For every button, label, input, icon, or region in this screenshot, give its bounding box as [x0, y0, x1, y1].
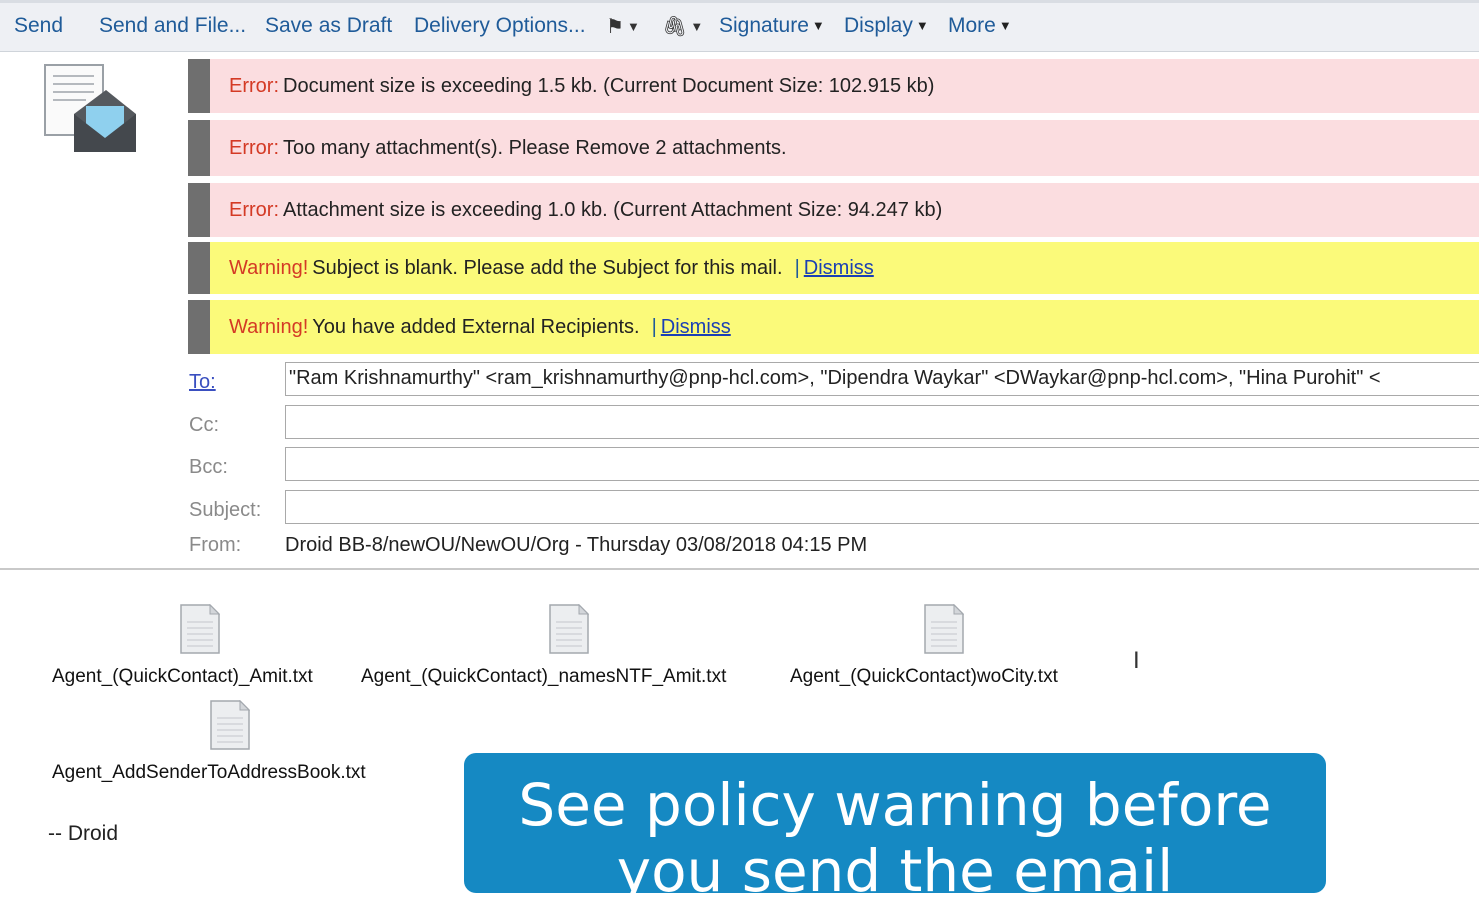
chevron-down-icon: ▼ — [690, 19, 704, 34]
warning-text: You have added External Recipients. — [312, 315, 640, 338]
warning-text: Subject is blank. Please add the Subject… — [312, 256, 783, 279]
attach-menu-button[interactable]: 🖇 ▼ — [662, 14, 703, 39]
to-label-link[interactable]: To: — [189, 371, 216, 394]
attachment-name[interactable]: Agent_AddSenderToAddressBook.txt — [52, 762, 366, 784]
cc-label: Cc: — [189, 414, 219, 436]
attachment-name[interactable]: Agent_(QuickContact)_namesNTF_Amit.txt — [361, 666, 726, 688]
caption-overlay: See policy warning before you send the e… — [464, 753, 1326, 901]
subject-label: Subject: — [189, 499, 262, 521]
signature-text: -- Droid — [48, 822, 119, 845]
send-and-file-button[interactable]: Send and File... — [99, 14, 246, 38]
error-text: Attachment size is exceeding 1.0 kb. (Cu… — [283, 198, 943, 221]
error-message-attachment-size: Error: Attachment size is exceeding 1.0 … — [188, 183, 1479, 237]
error-tag: Error: — [229, 136, 279, 159]
display-label: Display — [844, 14, 913, 37]
header-divider — [0, 568, 1479, 570]
flag-icon: ⚑ — [606, 16, 624, 38]
bcc-label: Bcc: — [189, 456, 228, 478]
more-label: More — [948, 14, 996, 37]
to-field[interactable]: "Ram Krishnamurthy" <ram_krishnamurthy@p… — [285, 362, 1479, 396]
dismiss-link[interactable]: Dismiss — [804, 257, 874, 280]
send-button[interactable]: Send — [14, 14, 63, 38]
from-label: From: — [189, 534, 242, 556]
text-file-icon[interactable] — [924, 604, 964, 654]
error-message-attachment-count: Error: Too many attachment(s). Please Re… — [188, 120, 1479, 176]
separator: | — [651, 315, 657, 338]
cc-field[interactable] — [285, 405, 1479, 439]
bcc-field[interactable] — [285, 447, 1479, 481]
error-text: Document size is exceeding 1.5 kb. (Curr… — [283, 74, 935, 97]
chevron-down-icon: ▼ — [626, 19, 640, 34]
display-menu-button[interactable]: Display ▼ — [844, 14, 929, 38]
delivery-options-button[interactable]: Delivery Options... — [414, 14, 586, 38]
error-text: Too many attachment(s). Please Remove 2 … — [283, 136, 787, 159]
warning-message-subject-blank: Warning! Subject is blank. Please add th… — [188, 242, 1479, 294]
text-file-icon[interactable] — [549, 604, 589, 654]
subject-field[interactable] — [285, 490, 1479, 524]
memo-envelope-icon — [44, 64, 136, 152]
toolbar: Send Send and File... Save as Draft Deli… — [0, 0, 1479, 52]
dismiss-link[interactable]: Dismiss — [661, 316, 731, 339]
more-menu-button[interactable]: More ▼ — [948, 14, 1012, 38]
separator: | — [794, 256, 800, 279]
warning-tag: Warning! — [229, 315, 309, 338]
warning-message-external-recipients: Warning! You have added External Recipie… — [188, 300, 1479, 354]
chevron-down-icon: ▼ — [915, 18, 929, 33]
caption-line-2: you send the email — [616, 837, 1174, 905]
error-message-document-size: Error: Document size is exceeding 1.5 kb… — [188, 59, 1479, 113]
chevron-down-icon: ▼ — [998, 18, 1012, 33]
text-file-icon[interactable] — [210, 700, 250, 750]
error-tag: Error: — [229, 198, 279, 221]
warning-tag: Warning! — [229, 256, 309, 279]
text-cursor-icon: I — [1133, 647, 1140, 674]
text-file-icon[interactable] — [180, 604, 220, 654]
attachment-name[interactable]: Agent_(QuickContact)_Amit.txt — [52, 666, 313, 688]
signature-label: Signature — [719, 14, 809, 37]
flag-menu-button[interactable]: ⚑ ▼ — [606, 14, 640, 39]
attachment-name[interactable]: Agent_(QuickContact)woCity.txt — [790, 666, 1058, 688]
error-tag: Error: — [229, 74, 279, 97]
from-value: Droid BB-8/newOU/NewOU/Org - Thursday 03… — [285, 534, 868, 556]
paperclip-icon: 🖇 — [662, 16, 688, 38]
save-as-draft-button[interactable]: Save as Draft — [265, 14, 392, 38]
signature-menu-button[interactable]: Signature ▼ — [719, 14, 825, 38]
caption-line-1: See policy warning before — [518, 771, 1272, 839]
chevron-down-icon: ▼ — [811, 18, 825, 33]
